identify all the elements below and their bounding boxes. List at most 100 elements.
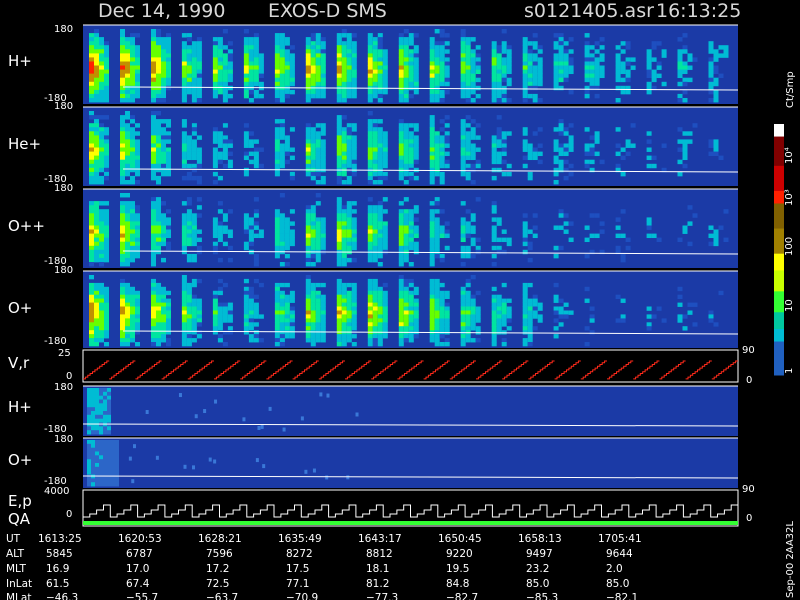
- heatmap-cell: [568, 147, 574, 152]
- heatmap-cell: [94, 229, 99, 234]
- heatmap-cell: [465, 249, 471, 255]
- heatmap-cell: [130, 217, 135, 222]
- heatmap-cell: [475, 93, 481, 99]
- heatmap-cell: [429, 69, 435, 75]
- heatmap-cell: [315, 253, 321, 259]
- heatmap-cell: [135, 180, 140, 185]
- heatmap-cell: [130, 119, 135, 124]
- heatmap-cell: [258, 163, 264, 169]
- heatmap-cell: [161, 221, 166, 226]
- heatmap-cell: [284, 135, 290, 140]
- heatmap-cell: [120, 237, 125, 243]
- heatmap-cell: [408, 221, 414, 226]
- heatmap-cell: [156, 61, 161, 66]
- heatmap-cell: [382, 69, 388, 75]
- heatmap-cell: [107, 451, 111, 456]
- heatmap-cell: [120, 310, 125, 315]
- heatmap-cell: [284, 262, 290, 267]
- heatmap-cell: [217, 233, 223, 239]
- heatmap-cell: [465, 221, 471, 226]
- heatmap-cell: [248, 77, 254, 83]
- heatmap-cell: [320, 241, 326, 247]
- heatmap-cell: [413, 143, 419, 148]
- heatmap-cell: [186, 302, 192, 307]
- heatmap-cell: [89, 262, 94, 267]
- heatmap-cell: [284, 73, 290, 79]
- heatmap-cell: [310, 155, 316, 161]
- heatmap-cell: [217, 278, 223, 284]
- heatmap-cell: [522, 294, 528, 300]
- heatmap-cell: [99, 322, 104, 327]
- heatmap-cell: [125, 37, 130, 42]
- heatmap-cell: [470, 127, 476, 132]
- heatmap-cell: [243, 286, 249, 292]
- heatmap-cell: [594, 93, 600, 99]
- heatmap-cell: [258, 57, 264, 62]
- heatmap-cell: [87, 440, 91, 445]
- heatmap-cell: [186, 171, 192, 177]
- heatmap-cell: [120, 29, 125, 34]
- heatmap-cell: [94, 127, 99, 132]
- colorbar-band: [774, 228, 784, 234]
- heatmap-cell: [315, 93, 321, 99]
- heatmap-cell: [677, 73, 683, 79]
- qa-bar: [83, 521, 738, 525]
- heatmap-cell: [506, 77, 512, 83]
- heatmap-cell: [372, 73, 378, 79]
- heatmap-cell: [186, 135, 192, 140]
- colorbar-band: [774, 282, 784, 288]
- heatmap-cell: [413, 33, 419, 38]
- heatmap-cell: [274, 171, 280, 177]
- heatmap-cell: [382, 175, 388, 181]
- heatmap-cell: [413, 217, 419, 222]
- heatmap-cell: [377, 171, 383, 177]
- heatmap-cell: [341, 221, 347, 226]
- heatmap-cell: [212, 73, 218, 79]
- heatmap-cell: [243, 290, 249, 296]
- heatmap-cell: [258, 81, 264, 87]
- heatmap-cell: [403, 257, 409, 263]
- heatmap-cell: [94, 119, 99, 124]
- heatmap-cell: [212, 322, 218, 327]
- heatmap-cell: [687, 53, 693, 58]
- heatmap-cell: [444, 151, 450, 157]
- heatmap-cell: [563, 229, 569, 234]
- heatmap-cell: [253, 294, 259, 300]
- heatmap-cell: [212, 314, 218, 319]
- heatmap-cell: [429, 229, 435, 234]
- heatmap-cell: [615, 45, 621, 50]
- heatmap-cell: [156, 85, 161, 91]
- heatmap-cell: [253, 41, 259, 46]
- heatmap-cell: [377, 73, 383, 79]
- heatmap-cell: [166, 171, 171, 177]
- heatmap-cell: [258, 65, 264, 70]
- heatmap-cell: [346, 306, 352, 311]
- orbit-cell: 9644: [606, 548, 633, 560]
- heatmap-cell: [625, 89, 631, 95]
- heatmap-cell: [723, 209, 729, 214]
- heatmap-cell: [372, 93, 378, 99]
- heatmap-cell: [599, 73, 605, 79]
- heatmap-cell: [460, 338, 466, 343]
- heatmap-cell: [156, 298, 161, 303]
- heatmap-cell: [444, 89, 450, 95]
- heatmap-cell: [558, 61, 564, 66]
- heatmap-cell: [692, 213, 698, 218]
- heatmap-cell: [713, 139, 719, 144]
- heatmap-cell: [439, 127, 445, 132]
- heatmap-cell: [151, 282, 156, 288]
- heatmap-cell: [130, 322, 135, 327]
- heatmap-cell: [336, 37, 342, 42]
- heatmap-cell: [403, 163, 409, 169]
- heatmap-cell: [212, 61, 218, 66]
- heatmap-cell: [89, 37, 94, 42]
- colorbar-band: [774, 190, 784, 196]
- heatmap-cell: [320, 318, 326, 323]
- heatmap-cell: [305, 49, 311, 54]
- heatmap-cell: [460, 139, 466, 144]
- heatmap-cell: [336, 171, 342, 177]
- heatmap-cell: [377, 135, 383, 140]
- heatmap-cell: [475, 61, 481, 66]
- heatmap-cell: [341, 29, 347, 34]
- heatmap-cell: [351, 57, 357, 62]
